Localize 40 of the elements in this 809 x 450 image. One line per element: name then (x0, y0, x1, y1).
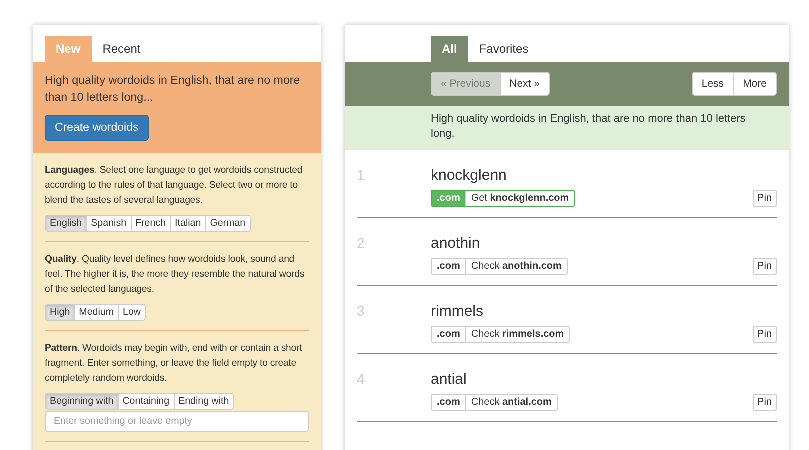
wordoid: knockglenn (431, 167, 508, 184)
wordoid: antial (431, 371, 468, 388)
option-toggle[interactable]: Low (118, 305, 145, 320)
section-description: Languages. Select one language to get wordoids constructed according to the rules of that language. Select two or more to blend the tastes of several languages. (45, 164, 304, 208)
pin-button[interactable]: Pin (752, 326, 777, 343)
wordoid: anothin (431, 235, 482, 252)
tld-label: .com (432, 395, 466, 410)
wordoid: rimmels (431, 303, 484, 320)
option-toggle[interactable]: French (130, 216, 170, 231)
pin-button[interactable]: Pin (752, 394, 777, 411)
domain-link[interactable]: Get knockglenn.com (465, 191, 574, 206)
amount-button[interactable]: More (733, 73, 776, 95)
pager-button[interactable]: Next » (500, 73, 549, 95)
tab[interactable]: Favorites (468, 36, 540, 62)
tld-label: .com (432, 259, 466, 274)
tab[interactable]: All (431, 36, 468, 62)
section-description: Quality. Quality level defines how wordoids look, sound and feel. The higher it is, the more they resemble the natural words of the selected languages. (45, 253, 306, 297)
info-banner: High quality wordoids in English, that are no more than 10 letters long. (345, 106, 789, 150)
option-toggle[interactable]: English (46, 216, 86, 231)
section-description: Pattern. Wordoids may begin with, end with or contain a short fragment. Enter something, or leave the field empty to create completely random wordoids. (45, 342, 304, 386)
tab[interactable]: Recent (92, 36, 152, 62)
domain-link[interactable]: Check antial.com (465, 395, 557, 410)
option-toggle[interactable]: Medium (74, 305, 118, 320)
pin-button[interactable]: Pin (752, 258, 777, 275)
domain-link[interactable]: Check anothin.com (465, 259, 567, 274)
tld-label: .com (432, 191, 466, 206)
option-toggle[interactable]: Italian (170, 216, 206, 231)
option-toggle[interactable]: Beginning with (46, 394, 118, 409)
summary-text: High quality wordoids in English, that are no more than 10 letters long... (45, 73, 302, 106)
option-toggle[interactable]: Ending with (174, 394, 234, 409)
pin-button[interactable]: Pin (752, 190, 777, 207)
option-toggle[interactable]: High (46, 305, 74, 320)
tld-label: .com (432, 327, 466, 342)
domain-link[interactable]: Check rimmels.com (465, 327, 570, 342)
amount-button[interactable]: Less (692, 73, 734, 95)
option-toggle[interactable]: Spanish (86, 216, 131, 231)
create-button[interactable]: Create wordoids (45, 115, 149, 141)
option-toggle[interactable]: Containing (118, 394, 174, 409)
pattern-input[interactable]: Enter something or leave empty (45, 411, 309, 432)
option-toggle[interactable]: German (205, 216, 250, 231)
